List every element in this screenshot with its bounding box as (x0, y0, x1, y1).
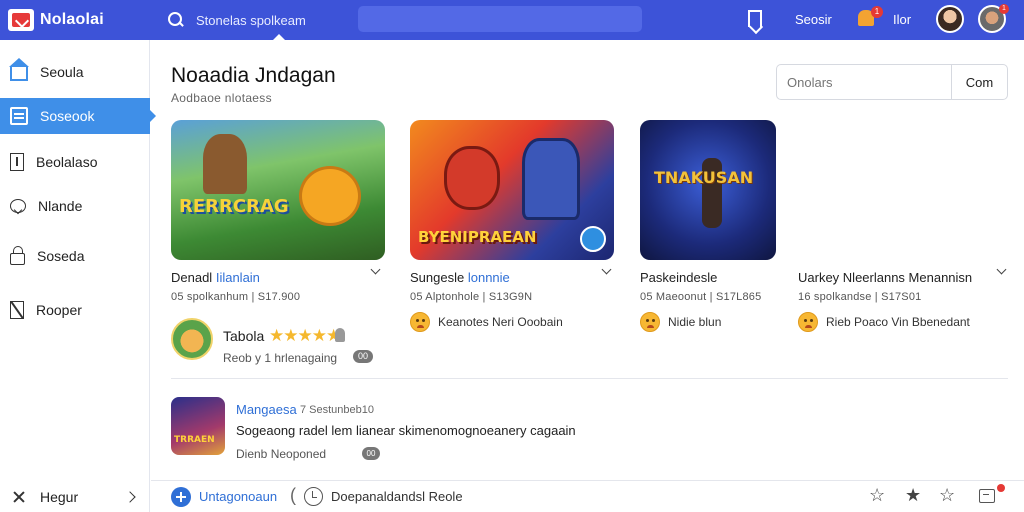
sidebar-item-documents[interactable]: Beolalaso (0, 144, 150, 180)
thumbnail-logo-text: TRRAEN (174, 435, 215, 445)
sidebar-item-label: Seoula (40, 64, 84, 80)
sidebar-item-home[interactable]: Seoula (0, 54, 150, 90)
post-body: Sogeaong radel lem lianear skimenomognoe… (236, 423, 576, 438)
card-title[interactable]: Sungesle lonnnie (410, 270, 510, 285)
character-shape (299, 166, 361, 226)
card-title[interactable]: Paskeindesle (640, 270, 717, 285)
sidebar-footer-label: Hegur (40, 489, 79, 505)
top-link-1[interactable]: Seosir (795, 12, 832, 27)
card-extra: Nidie blun (640, 312, 721, 332)
star-outline-icon[interactable]: ☆ (939, 485, 955, 506)
top-link-2[interactable]: Ilor (893, 12, 911, 27)
avatar[interactable] (936, 5, 964, 33)
card-extra: Keanotes Neri Ooobain (410, 312, 563, 332)
top-bar: Nolaolai Seosir 1 Ilor 1 (0, 0, 1024, 40)
chevron-down-icon[interactable] (996, 264, 1007, 275)
search-icon[interactable] (168, 12, 184, 28)
sidebar: Seoula Soseook Beolalaso Nlande Soseda R… (0, 40, 156, 512)
sidebar-item-security[interactable]: Soseda (0, 238, 150, 274)
sidebar-item-active[interactable]: Soseook (0, 98, 156, 134)
post-meta: Dienb Neoponed (236, 447, 327, 461)
search-caret (272, 34, 286, 41)
game-thumbnail[interactable]: RERRCRAG (171, 120, 385, 260)
tool-icon (10, 301, 24, 319)
page-title: Noaadia Jndagan (171, 64, 336, 87)
emoji-icon (798, 312, 818, 332)
lock-icon (10, 246, 25, 265)
sidebar-item-label: Rooper (36, 302, 82, 318)
sidebar-item-label: Nlande (38, 198, 83, 214)
star-outline-icon[interactable]: ☆ (869, 485, 885, 506)
post-timestamp: 7 Sestunbeb10 (300, 404, 375, 416)
notification-badge: 1 (871, 6, 883, 18)
card-meta: 05 Maeoonut | S17L865 (640, 291, 762, 303)
chevron-down-icon[interactable] (601, 264, 612, 275)
emoji-icon (410, 312, 430, 332)
clock-icon[interactable] (304, 487, 323, 506)
rating-subtext: Reob y 1 hrlenagaing (223, 351, 338, 365)
sidebar-item-label: Soseda (37, 248, 85, 264)
search-area (168, 6, 366, 34)
post-author[interactable]: Mangaesa (236, 402, 297, 417)
verified-badge-icon (580, 226, 606, 252)
list-icon (10, 107, 28, 125)
separator: ( (290, 485, 296, 505)
divider (171, 378, 1008, 379)
chevron-down-icon[interactable] (370, 264, 381, 275)
character-shape (203, 134, 247, 194)
character-shape (444, 146, 500, 210)
emoji-icon (640, 312, 660, 332)
heart-icon (10, 199, 26, 213)
logo-icon (8, 9, 34, 31)
game-thumbnail[interactable]: BYENIPRAEAN (410, 120, 614, 260)
add-icon[interactable] (171, 487, 191, 507)
rating-label: Tabola (223, 328, 265, 344)
search-input[interactable] (196, 12, 366, 28)
message-badge (997, 484, 1005, 492)
sidebar-footer[interactable]: Hegur (0, 482, 150, 512)
chevron-right-icon[interactable] (124, 491, 136, 503)
lock-icon (335, 328, 345, 342)
search-field[interactable] (358, 6, 642, 32)
page-subtitle: Aodbaoe nlotaess (171, 91, 272, 105)
brand[interactable]: Nolaolai (0, 0, 150, 40)
comment-count-badge: 00 (362, 447, 380, 460)
card-title[interactable]: Uarkey Nleerlanns Menannisn (798, 270, 972, 285)
home-icon (9, 58, 29, 81)
sidebar-item-label: Soseook (40, 108, 95, 124)
card-title[interactable]: Denadl Iilanlain (171, 270, 260, 285)
app-name: Nolaolai (40, 11, 104, 28)
card-extra: Rieb Poaco Vin Bbenedant (798, 312, 970, 332)
footer-action-2[interactable]: Doepanaldandsl Reole (331, 489, 463, 504)
sidebar-item-label: Beolalaso (36, 154, 98, 170)
game-logo-text: RERRCRAG (179, 196, 289, 217)
character-shape (522, 138, 580, 220)
avatar[interactable] (171, 318, 213, 360)
game-thumbnail[interactable]: TNAKUSAN (640, 120, 776, 260)
share-icon (10, 488, 28, 506)
game-logo-text: TNAKUSAN (654, 168, 754, 187)
profile-badge: 1 (999, 4, 1009, 14)
filter-button[interactable]: Com (951, 64, 1008, 100)
card-meta: 05 Alptonhole | S13G9N (410, 291, 533, 303)
star-rating[interactable]: ★★★★★ (269, 326, 341, 346)
comment-count-badge: 00 (353, 350, 373, 363)
sidebar-item-tools[interactable]: Rooper (0, 292, 150, 328)
footer-action-1[interactable]: Untagonoaun (199, 489, 277, 504)
sidebar-item-favorites[interactable]: Nlande (0, 188, 150, 224)
footer-action-bar: Untagonoaun ( Doepanaldandsl Reole ☆ ★ ☆ (151, 480, 1024, 512)
filter-input[interactable] (776, 64, 952, 100)
document-icon (10, 153, 24, 171)
card-meta: 05 spolkanhum | S17.900 (171, 291, 301, 303)
bookmark-icon[interactable] (748, 10, 762, 27)
card-meta: 16 spolkandse | S17S01 (798, 291, 922, 303)
post-thumbnail[interactable]: TRRAEN (171, 397, 225, 455)
game-logo-text: BYENIPRAEAN (418, 228, 537, 246)
star-icon[interactable]: ★ (905, 485, 921, 506)
message-icon[interactable] (979, 489, 995, 503)
